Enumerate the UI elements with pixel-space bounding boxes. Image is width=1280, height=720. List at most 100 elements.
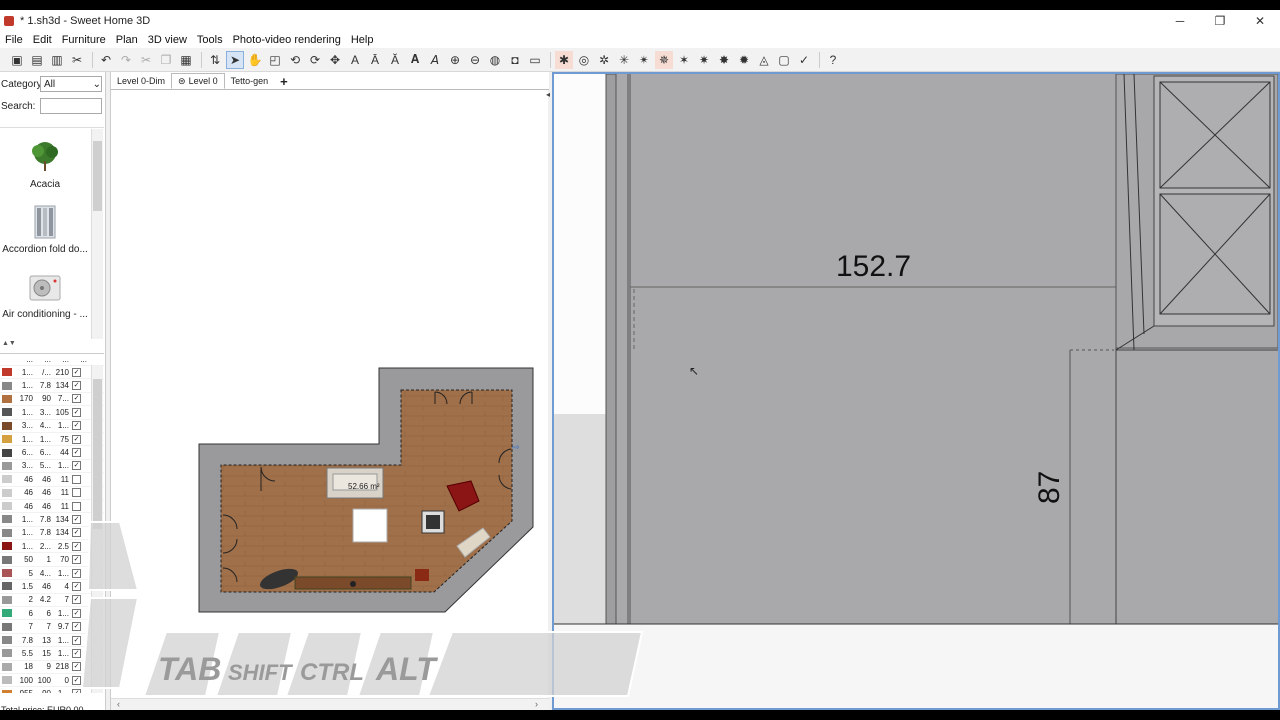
scroll-right-icon[interactable]: › xyxy=(535,699,538,709)
tab-tetto-gen[interactable]: Tetto-gen xyxy=(225,73,275,89)
tab-level-0[interactable]: ⊜ Level 0 xyxy=(171,73,225,89)
3d-view[interactable]: 152.7 87 xyxy=(552,72,1280,710)
bold-text-icon[interactable]: 𝐀 xyxy=(406,51,424,69)
visible-checkbox[interactable] xyxy=(72,488,81,498)
new-home-icon[interactable]: ▣ xyxy=(8,51,26,69)
menu-3d-view[interactable]: 3D view xyxy=(143,34,192,46)
catalog-item-air-conditioning[interactable]: Air conditioning - ... xyxy=(0,258,90,323)
decrease-text-icon[interactable]: Ă xyxy=(386,51,404,69)
help-icon[interactable]: ? xyxy=(824,51,842,69)
table-row[interactable]: 3... 4... 1... ✓ xyxy=(0,420,104,433)
plugin-icon[interactable]: ◬ xyxy=(755,51,773,69)
table-row[interactable]: 170 90 7... ✓ xyxy=(0,393,104,407)
create-dimensions-icon[interactable]: ✥ xyxy=(326,51,344,69)
visible-checkbox[interactable]: ✓ xyxy=(72,381,81,391)
column-header[interactable]: ... xyxy=(34,355,52,364)
add-furniture-icon[interactable]: ⇅ xyxy=(206,51,224,69)
menu-furniture[interactable]: Furniture xyxy=(57,34,111,46)
category-select[interactable]: All ⌄ xyxy=(40,76,102,92)
splitter-arrows[interactable]: ▲▼ xyxy=(2,340,16,347)
splitter-arrow-icon[interactable]: ◂ xyxy=(546,90,550,99)
italic-text-icon[interactable]: 𝘈 xyxy=(426,51,444,69)
plugin-icon[interactable]: ✓ xyxy=(795,51,813,69)
paste-icon[interactable]: ▦ xyxy=(177,51,195,69)
maximize-button[interactable]: ❐ xyxy=(1200,10,1240,32)
close-button[interactable]: ✕ xyxy=(1240,10,1280,32)
add-text-icon[interactable]: A xyxy=(346,51,364,69)
menu-tools[interactable]: Tools xyxy=(192,34,228,46)
visible-checkbox[interactable]: ✓ xyxy=(72,448,81,458)
visible-checkbox[interactable]: ✓ xyxy=(72,407,81,417)
catalog-item-label: Air conditioning - ... xyxy=(2,309,88,320)
plugin-icon[interactable]: ✳ xyxy=(615,51,633,69)
plugin-icon[interactable]: ✵ xyxy=(655,50,673,69)
plugin-icon[interactable]: ✸ xyxy=(715,51,733,69)
table-row[interactable]: 1... /... 210 ✓ xyxy=(0,366,104,380)
catalog-item-accordion-door[interactable]: Accordion fold do... xyxy=(0,193,90,258)
plugin-icon[interactable]: ✱ xyxy=(555,50,573,69)
furniture-thumbnail-icon xyxy=(2,408,12,417)
virtual-visit-icon[interactable]: ◍ xyxy=(486,51,504,69)
plugin-icon[interactable]: ✹ xyxy=(735,51,753,69)
scrollbar-thumb[interactable] xyxy=(93,141,102,211)
table-row[interactable]: 3... 5... 1... ✓ xyxy=(0,460,104,474)
table-row[interactable]: 1... 7.8 134 ✓ xyxy=(0,379,104,393)
preferences-icon[interactable]: ✂ xyxy=(68,51,86,69)
create-walls-icon[interactable]: ◰ xyxy=(266,51,284,69)
visible-checkbox[interactable] xyxy=(72,501,81,511)
plugin-icon[interactable]: ▢ xyxy=(775,51,793,69)
table-row[interactable]: 1... 1... 75 ✓ xyxy=(0,433,104,447)
catalog-item-acacia[interactable]: Acacia xyxy=(0,128,90,193)
menu-edit[interactable]: Edit xyxy=(28,34,57,46)
visible-checkbox[interactable]: ✓ xyxy=(72,367,81,377)
plugin-icon[interactable]: ✴ xyxy=(635,51,653,69)
menu-photo-video[interactable]: Photo-video rendering xyxy=(228,34,346,46)
plugin-icon[interactable]: ✷ xyxy=(695,51,713,69)
zoom-out-icon[interactable]: ⊖ xyxy=(466,51,484,69)
visible-checkbox[interactable]: ✓ xyxy=(72,434,81,444)
table-row[interactable]: 46 46 11 xyxy=(0,473,104,487)
catalog-scrollbar[interactable] xyxy=(91,129,103,339)
scroll-left-icon[interactable]: ‹ xyxy=(117,699,120,709)
increase-text-icon[interactable]: Ā xyxy=(366,51,384,69)
3d-scene[interactable]: 152.7 87 xyxy=(554,74,1278,708)
table-row[interactable]: 46 46 11 xyxy=(0,487,104,500)
pan-icon[interactable]: ✋ xyxy=(246,51,264,69)
select-icon[interactable]: ➤ xyxy=(226,50,244,69)
create-video-icon[interactable]: ▭ xyxy=(526,51,544,69)
scrollbar-thumb[interactable] xyxy=(93,379,102,529)
redo-icon[interactable]: ↷ xyxy=(117,51,135,69)
furniture-thumbnail-icon xyxy=(2,461,12,470)
plugin-icon[interactable]: ◎ xyxy=(575,51,593,69)
cut-icon[interactable]: ✂ xyxy=(137,51,155,69)
tab-level-0-dim[interactable]: Level 0-Dim xyxy=(111,73,171,89)
column-header[interactable]: ... xyxy=(70,355,88,364)
undo-icon[interactable]: ↶ xyxy=(97,51,115,69)
table-row[interactable]: 6... 6... 44 ✓ xyxy=(0,446,104,460)
column-header[interactable]: ... xyxy=(16,355,34,364)
table-row[interactable]: 1... 3... 105 ✓ xyxy=(0,406,104,420)
create-photo-icon[interactable]: ◘ xyxy=(506,51,524,69)
zoom-in-icon[interactable]: ⊕ xyxy=(446,51,464,69)
menu-file[interactable]: File xyxy=(0,34,28,46)
create-polylines-icon[interactable]: ⟳ xyxy=(306,51,324,69)
menu-help[interactable]: Help xyxy=(346,34,379,46)
menu-plan[interactable]: Plan xyxy=(111,34,143,46)
add-level-button[interactable]: + xyxy=(274,73,294,89)
column-header[interactable]: ... xyxy=(52,355,70,364)
table-row[interactable]: 46 46 11 xyxy=(0,500,104,514)
copy-icon[interactable]: ❐ xyxy=(157,51,175,69)
new-from-demo-icon[interactable]: ▤ xyxy=(28,51,46,69)
visible-checkbox[interactable] xyxy=(72,474,81,484)
visible-checkbox[interactable]: ✓ xyxy=(72,394,81,404)
visible-checkbox[interactable]: ✓ xyxy=(72,421,81,431)
minimize-button[interactable]: ─ xyxy=(1160,10,1200,32)
plugin-icon[interactable]: ✶ xyxy=(675,51,693,69)
plugin-icon[interactable]: ✲ xyxy=(595,51,613,69)
furniture-thumbnail-icon xyxy=(2,475,12,484)
keyboard-overlay: TAB SHIFT CTRL ALT xyxy=(80,521,644,697)
create-rooms-icon[interactable]: ⟲ xyxy=(286,51,304,69)
visible-checkbox[interactable]: ✓ xyxy=(72,461,81,471)
open-icon[interactable]: ▥ xyxy=(48,51,66,69)
search-input[interactable] xyxy=(40,98,102,114)
